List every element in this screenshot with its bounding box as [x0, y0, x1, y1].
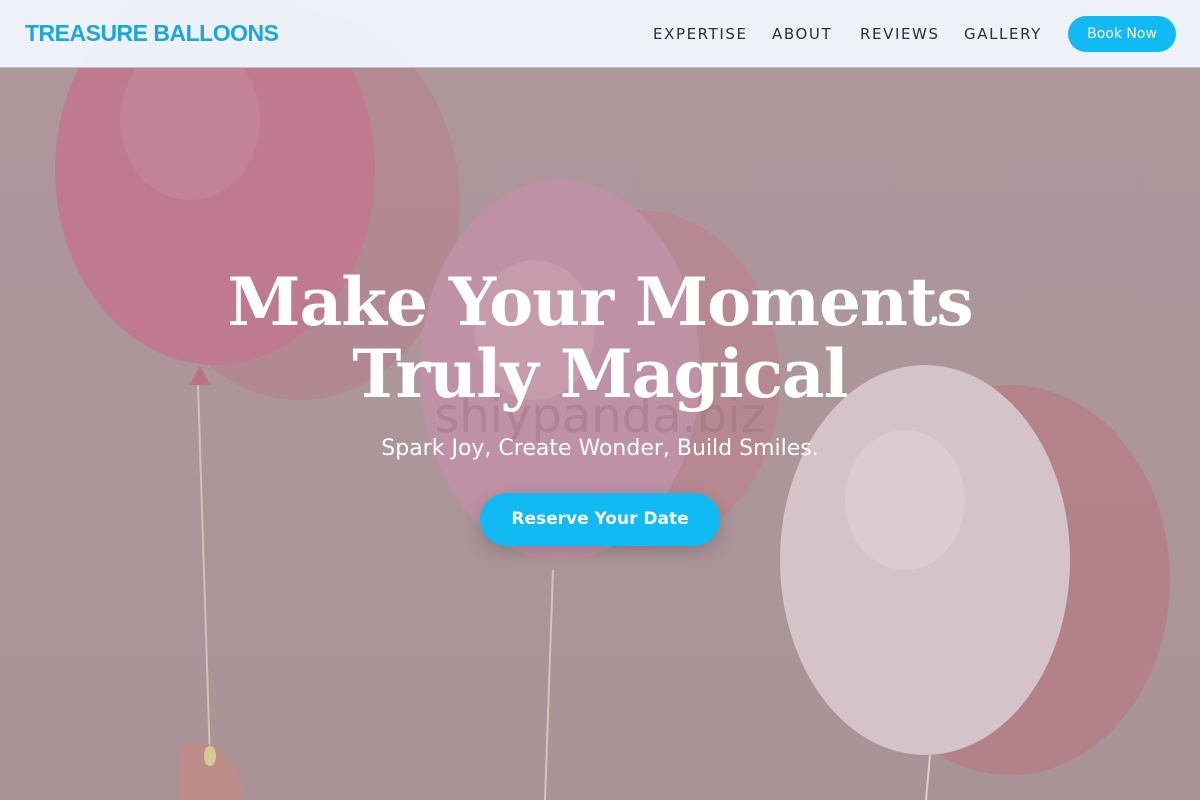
top-navbar: TREASURE BALLOONS EXPERTISE ABOUT REVIEW…: [0, 0, 1200, 68]
reserve-date-button[interactable]: Reserve Your Date: [480, 493, 720, 546]
hero-headline: Make Your Moments Truly Magical: [0, 266, 1200, 410]
brand-logo[interactable]: TREASURE BALLOONS: [25, 20, 279, 47]
nav-link-gallery[interactable]: GALLERY: [964, 25, 1042, 43]
hero-headline-line2: Truly Magical: [352, 335, 849, 413]
hero-headline-line1: Make Your Moments: [227, 263, 973, 341]
nav-link-reviews[interactable]: REVIEWS: [860, 25, 940, 43]
book-now-button[interactable]: Book Now: [1068, 16, 1176, 52]
hero-subtitle: Spark Joy, Create Wonder, Build Smiles.: [381, 436, 819, 461]
nav-link-expertise[interactable]: EXPERTISE: [653, 25, 748, 43]
nav-link-about[interactable]: ABOUT: [772, 25, 832, 43]
